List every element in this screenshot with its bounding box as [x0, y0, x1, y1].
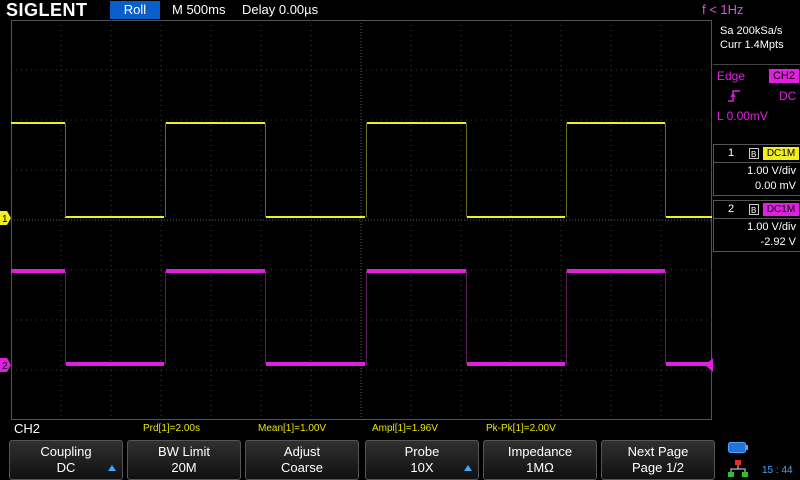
measurement-mean: Mean[1]=1.00V: [258, 423, 327, 434]
sample-rate-readout: Sa 200kSa/s: [720, 25, 783, 37]
selected-channel-label: CH2: [14, 421, 41, 436]
probe-arrow-icon: [464, 465, 472, 471]
softkey-next-page-title: Next Page: [627, 444, 689, 459]
timebase-readout[interactable]: M 500ms: [172, 0, 225, 20]
ch2-scale: 1.00 V/div: [747, 221, 796, 233]
softkey-impedance-value: 1MΩ: [526, 460, 554, 475]
rising-edge-icon: [728, 90, 740, 102]
softkey-probe-title: Probe: [404, 444, 440, 459]
ch1-info-panel[interactable]: 1 B DC1M 1.00 V/div 0.00 mV: [713, 144, 800, 196]
trigger-type: Edge: [717, 69, 746, 83]
ch1-number: 1: [728, 147, 735, 159]
frequency-counter: f < 1Hz: [702, 2, 744, 17]
trigger-level: L 0.00mV: [717, 109, 768, 123]
softkey-impedance[interactable]: Impedance 1MΩ: [483, 440, 597, 480]
battery-icon: [728, 442, 748, 453]
softkey-bw-limit-title: BW Limit: [158, 444, 210, 459]
trigger-source-badge: CH2: [769, 69, 799, 83]
trigger-coupling: DC: [779, 89, 797, 103]
ch1-coupling-badge: DC1M: [763, 147, 799, 160]
waveform-display[interactable]: [11, 20, 712, 420]
svg-text:2: 2: [2, 361, 8, 372]
softkey-next-page[interactable]: Next Page Page 1/2: [601, 440, 715, 480]
ch1-scale: 1.00 V/div: [747, 165, 796, 177]
softkey-coupling-title: Coupling: [40, 444, 92, 459]
trigger-level-marker-icon[interactable]: [705, 358, 713, 372]
softkey-impedance-title: Impedance: [507, 444, 573, 459]
memory-depth-readout: Curr 1.4Mpts: [720, 39, 784, 51]
softkey-bw-limit-value: 20M: [171, 460, 197, 475]
ch1-probe-icon: B: [749, 148, 759, 159]
softkey-adjust[interactable]: Adjust Coarse: [245, 440, 359, 480]
delay-readout[interactable]: Delay 0.00µs: [242, 0, 318, 20]
ch1-ground-marker-icon[interactable]: 1: [0, 211, 11, 225]
clock-readout: 15 : 44: [762, 465, 793, 476]
softkey-adjust-title: Adjust: [283, 444, 321, 459]
softkey-coupling[interactable]: Coupling DC: [9, 440, 123, 480]
run-mode-indicator[interactable]: Roll: [110, 1, 160, 19]
ch2-probe-icon: B: [749, 204, 759, 215]
ch2-number: 2: [728, 203, 735, 215]
ch2-offset: -2.92 V: [760, 236, 796, 248]
measurement-pk-pk: Pk-Pk[1]=2.00V: [486, 423, 556, 434]
softkey-probe[interactable]: Probe 10X: [365, 440, 479, 480]
network-icon: [728, 460, 748, 477]
measurement-amplitude: Ampl[1]=1.96V: [372, 423, 438, 434]
ch2-ground-marker-icon[interactable]: 2: [0, 358, 11, 372]
softkey-adjust-value: Coarse: [281, 460, 323, 475]
coupling-arrow-icon: [108, 465, 116, 471]
svg-text:1: 1: [2, 214, 8, 225]
trigger-panel[interactable]: Edge CH2 DC L 0.00mV: [713, 64, 800, 129]
softkey-probe-value: 10X: [410, 460, 434, 475]
ch2-info-panel[interactable]: 2 B DC1M 1.00 V/div -2.92 V: [713, 200, 800, 252]
measurement-period: Prd[1]=2.00s: [143, 423, 200, 434]
ch2-coupling-badge: DC1M: [763, 203, 799, 216]
svg-text:B: B: [751, 150, 756, 159]
ch1-offset: 0.00 mV: [755, 180, 796, 192]
top-status-bar: SIGLENT Roll M 500ms Delay 0.00µs f < 1H…: [0, 0, 800, 20]
siglent-logo: SIGLENT: [6, 0, 88, 20]
svg-text:B: B: [751, 206, 756, 215]
softkey-coupling-value: DC: [56, 460, 76, 475]
softkey-next-page-value: Page 1/2: [631, 460, 685, 475]
softkey-bw-limit[interactable]: BW Limit 20M: [127, 440, 241, 480]
